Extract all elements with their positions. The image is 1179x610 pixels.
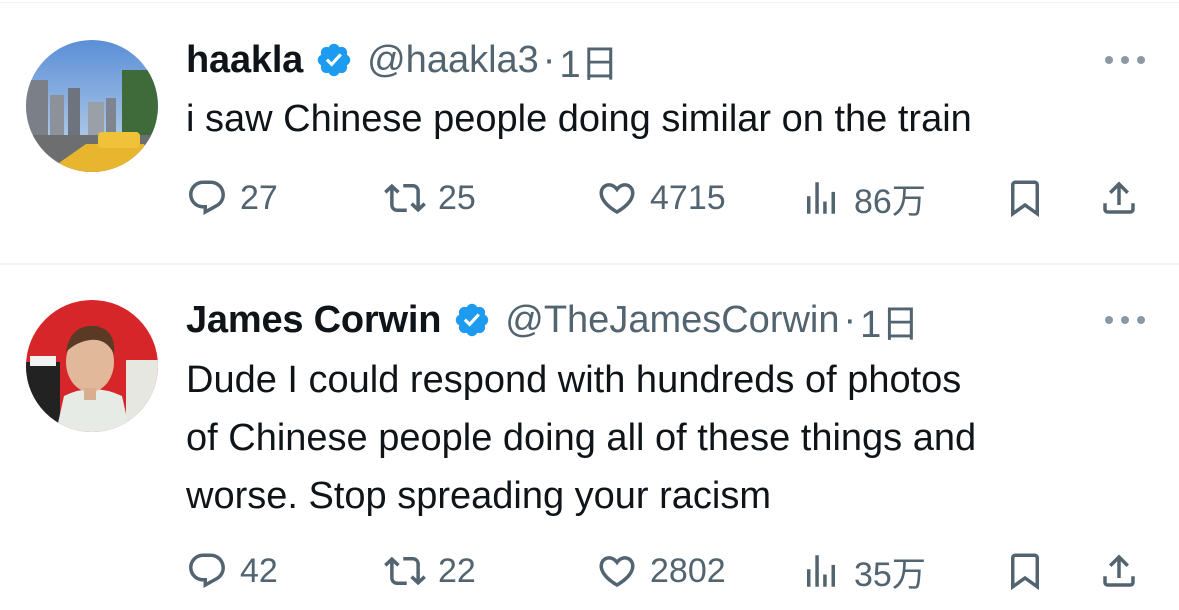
views-icon xyxy=(807,555,835,587)
reply-count: 27 xyxy=(240,178,278,217)
separator: · xyxy=(542,38,556,81)
reply-button[interactable]: 27 xyxy=(186,173,278,223)
bookmark-icon xyxy=(1011,180,1039,218)
tweet[interactable]: James Corwin @TheJamesCorwin · 1日 Dude I… xyxy=(0,265,1179,610)
tweet-text-line: Dude I could respond with hundreds of ph… xyxy=(186,359,962,401)
view-count: 35万 xyxy=(854,555,926,594)
retweet-button[interactable]: 22 xyxy=(384,546,476,596)
action-bar: 27 25 4715 86万 xyxy=(186,173,1146,223)
share-button[interactable] xyxy=(1098,173,1140,223)
display-name[interactable]: James Corwin xyxy=(186,299,441,342)
view-count: 86万 xyxy=(854,182,926,221)
timestamp[interactable]: 1日 xyxy=(559,33,618,88)
tweet[interactable]: haakla @haakla3 · 1日 i saw Chinese peopl… xyxy=(0,0,1179,262)
avatar[interactable] xyxy=(26,40,158,172)
verified-badge-icon xyxy=(317,43,351,77)
like-icon xyxy=(599,556,635,588)
retweet-icon xyxy=(384,183,426,213)
bookmark-button[interactable] xyxy=(1004,173,1046,223)
like-button[interactable]: 4715 xyxy=(596,173,726,223)
retweet-count: 25 xyxy=(438,178,476,217)
tweet-header: James Corwin @TheJamesCorwin · 1日 xyxy=(186,293,919,348)
display-name[interactable]: haakla xyxy=(186,39,303,82)
retweet-button[interactable]: 25 xyxy=(384,173,476,223)
tweet-header: haakla @haakla3 · 1日 xyxy=(186,33,619,88)
action-bar: 42 22 2802 35万 xyxy=(186,546,1146,596)
tweet-text-line: of Chinese people doing all of these thi… xyxy=(186,417,977,459)
bookmark-icon xyxy=(1011,553,1039,591)
tweet-text-line: worse. Stop spreading your racism xyxy=(186,475,772,517)
share-icon xyxy=(1103,554,1135,587)
share-icon xyxy=(1103,181,1135,214)
tweet-text: i saw Chinese people doing similar on th… xyxy=(186,90,1161,148)
reply-icon xyxy=(189,180,225,215)
views-button[interactable]: 35万 xyxy=(800,546,926,596)
reply-count: 42 xyxy=(240,551,278,590)
tweet-text-line: i saw Chinese people doing similar on th… xyxy=(186,98,972,140)
user-handle[interactable]: @TheJamesCorwin xyxy=(505,299,839,342)
user-handle[interactable]: @haakla3 xyxy=(367,39,539,82)
verified-badge-icon xyxy=(456,303,489,337)
like-icon xyxy=(599,183,635,215)
views-button[interactable]: 86万 xyxy=(800,173,926,223)
separator: · xyxy=(843,298,857,341)
timestamp[interactable]: 1日 xyxy=(860,293,919,348)
retweet-icon xyxy=(384,556,426,586)
bookmark-button[interactable] xyxy=(1004,546,1046,596)
share-button[interactable] xyxy=(1098,546,1140,596)
reply-button[interactable]: 42 xyxy=(186,546,278,596)
more-icon[interactable] xyxy=(1105,310,1145,330)
retweet-count: 22 xyxy=(438,551,476,590)
like-count: 4715 xyxy=(650,178,726,217)
more-icon[interactable] xyxy=(1105,50,1145,70)
tweet-text: Dude I could respond with hundreds of ph… xyxy=(186,351,1161,525)
avatar[interactable] xyxy=(26,300,158,432)
like-button[interactable]: 2802 xyxy=(596,546,726,596)
reply-icon xyxy=(189,553,225,588)
views-icon xyxy=(807,182,835,214)
like-count: 2802 xyxy=(650,551,726,590)
